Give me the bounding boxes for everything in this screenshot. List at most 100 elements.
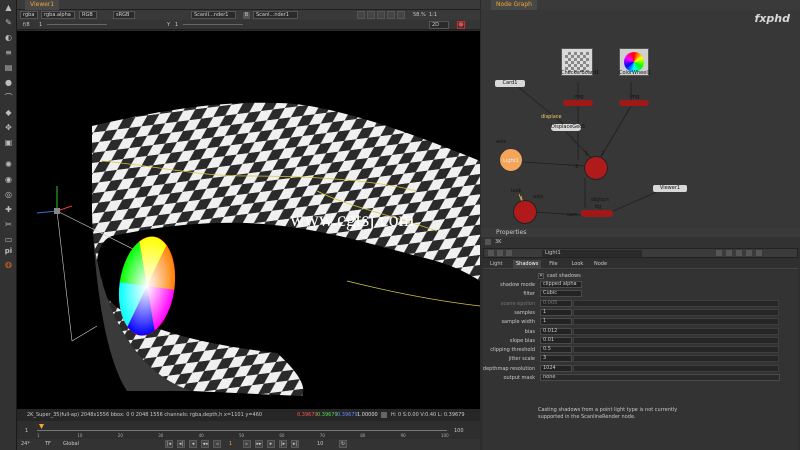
curve-icon[interactable]: ⌒ [3, 93, 14, 102]
timeline-end[interactable]: 100 [454, 428, 464, 434]
scene-node[interactable] [584, 156, 608, 180]
card-node[interactable]: Card1 [495, 80, 525, 87]
tab-shadows[interactable]: Shadows [513, 260, 542, 269]
overlay-icon[interactable] [377, 11, 385, 19]
slope-bias-slider[interactable] [573, 336, 779, 344]
max-panels-icon[interactable] [485, 239, 491, 245]
light-handle[interactable] [54, 208, 60, 214]
channel-icon[interactable]: ≡ [3, 48, 14, 57]
scale-select[interactable]: 1:1 [429, 12, 437, 18]
gain-value[interactable]: 1 [39, 22, 42, 28]
channel-select[interactable]: rgba.alpha [41, 11, 75, 19]
views-icon[interactable]: ◎ [3, 190, 14, 199]
tab-properties[interactable]: Properties [491, 228, 531, 237]
render-input-img-1[interactable] [563, 100, 593, 106]
shadow-mode-dropdown[interactable]: clipped alpha [540, 281, 582, 288]
cast-shadows-checkbox[interactable]: ✕ [538, 273, 544, 279]
other-icon[interactable]: ▭ [3, 235, 14, 244]
samples-slider[interactable] [573, 308, 779, 316]
light-node[interactable]: Light1 [499, 148, 523, 172]
toolsets-icon[interactable]: ✂ [3, 220, 14, 229]
depthmap-resolution-input[interactable]: 1024 [540, 364, 572, 372]
pi-icon[interactable]: pi [3, 247, 14, 256]
output-mask-dropdown[interactable]: none [540, 374, 780, 381]
redo-icon[interactable] [726, 250, 732, 256]
sphere-icon[interactable]: ● [3, 78, 14, 87]
merge-icon[interactable]: ◆ [3, 108, 14, 117]
prev-key-icon[interactable]: ◂| [177, 440, 185, 448]
jitter-scale-slider[interactable] [573, 355, 779, 363]
timeline-track[interactable] [37, 430, 447, 431]
next-frame-icon[interactable]: ▸▸ [255, 440, 263, 448]
nuke-icon[interactable]: ◍ [3, 260, 14, 269]
view-mode-select[interactable]: 2D [429, 21, 449, 29]
gamma-value[interactable]: 1 [175, 22, 178, 28]
scanlinerender-node[interactable] [581, 210, 613, 217]
slope-bias-input[interactable]: 0.01 [540, 336, 572, 344]
camera-node[interactable] [513, 200, 537, 224]
brush-icon[interactable]: ✎ [3, 18, 14, 27]
play-icon[interactable]: ▸ [267, 440, 275, 448]
pause-icon[interactable] [387, 11, 395, 19]
sample-width-input[interactable]: 1 [540, 318, 572, 326]
gradient-icon[interactable]: ▤ [3, 63, 14, 72]
panel-count[interactable]: 3K [495, 239, 501, 245]
tab-look[interactable]: Look [569, 260, 587, 269]
sample-width-slider[interactable] [573, 318, 779, 326]
transform-icon[interactable]: ✥ [3, 123, 14, 132]
frame-step[interactable]: 10 [317, 441, 323, 447]
fps-select[interactable]: 24* [21, 441, 30, 447]
palette-icon[interactable]: ◐ [3, 33, 14, 42]
input-a-select[interactable]: ScanlI...nder1 [191, 11, 236, 19]
filter-dropdown[interactable]: Cubic [540, 290, 582, 298]
gain-slider[interactable] [47, 24, 107, 25]
step-back-icon[interactable]: ◃ [213, 440, 221, 448]
node-name-field[interactable]: Light1 [542, 250, 642, 257]
tf-select[interactable]: TF [45, 441, 51, 447]
samples-input[interactable]: 1 [540, 308, 572, 316]
loop-icon[interactable]: ↻ [339, 440, 347, 448]
zoom-label[interactable]: 58.% [413, 12, 426, 18]
bias-input[interactable]: 0.012 [540, 327, 572, 335]
timeline[interactable]: 1 1 10 20 30 40 50 60 70 80 90 100 100 [17, 421, 480, 439]
tab-node[interactable]: Node [591, 260, 610, 269]
layer-select[interactable]: rgba [20, 11, 38, 19]
3d-icon[interactable]: ▣ [3, 138, 14, 147]
tab-light[interactable]: Light [487, 260, 505, 269]
revert-icon[interactable] [736, 250, 742, 256]
displacegeo-node[interactable]: DisplaceGeo1 [551, 124, 586, 131]
clipping-threshold-input[interactable]: 0.5 [540, 346, 572, 354]
node-color-icon[interactable] [488, 250, 494, 256]
range-select[interactable]: Global [63, 441, 79, 447]
node-help-icon[interactable] [506, 250, 512, 256]
render-input-img-2[interactable] [619, 100, 649, 106]
first-frame-icon[interactable]: |◂ [165, 440, 173, 448]
step-forward-icon[interactable]: ▹ [243, 440, 251, 448]
undo-icon[interactable] [716, 250, 722, 256]
clipping-icon[interactable] [367, 11, 375, 19]
metadata-icon[interactable]: ✚ [3, 205, 14, 214]
scene-epsilon-slider[interactable] [573, 299, 779, 307]
float-icon[interactable] [746, 250, 752, 256]
timeline-start[interactable]: 1 [25, 428, 28, 434]
viewer-node[interactable]: Viewer1 [653, 185, 687, 192]
deep-icon[interactable]: ◉ [3, 175, 14, 184]
close-icon[interactable] [756, 250, 762, 256]
pointer-icon[interactable]: ▲ [3, 3, 14, 12]
tab-file[interactable]: File [546, 260, 560, 269]
colorspace-select[interactable]: sRGB [113, 11, 135, 19]
viewer-viewport[interactable]: www.cgtsj.com [17, 31, 480, 409]
roi-icon[interactable] [357, 11, 365, 19]
refresh-icon[interactable] [397, 11, 405, 19]
next-key-icon[interactable]: |▸ [279, 440, 287, 448]
playhead-icon[interactable] [39, 424, 44, 429]
record-icon[interactable]: ● [457, 21, 465, 29]
bias-slider[interactable] [573, 327, 779, 335]
clipping-threshold-slider[interactable] [573, 346, 779, 354]
jitter-scale-input[interactable]: 3 [540, 355, 572, 363]
gamma-slider[interactable] [183, 24, 243, 25]
tab-viewer[interactable]: Viewer1 [25, 0, 60, 10]
tab-node-graph[interactable]: Node Graph [491, 0, 537, 10]
current-frame[interactable]: 1 [229, 441, 232, 447]
last-frame-icon[interactable]: ▸| [291, 440, 299, 448]
